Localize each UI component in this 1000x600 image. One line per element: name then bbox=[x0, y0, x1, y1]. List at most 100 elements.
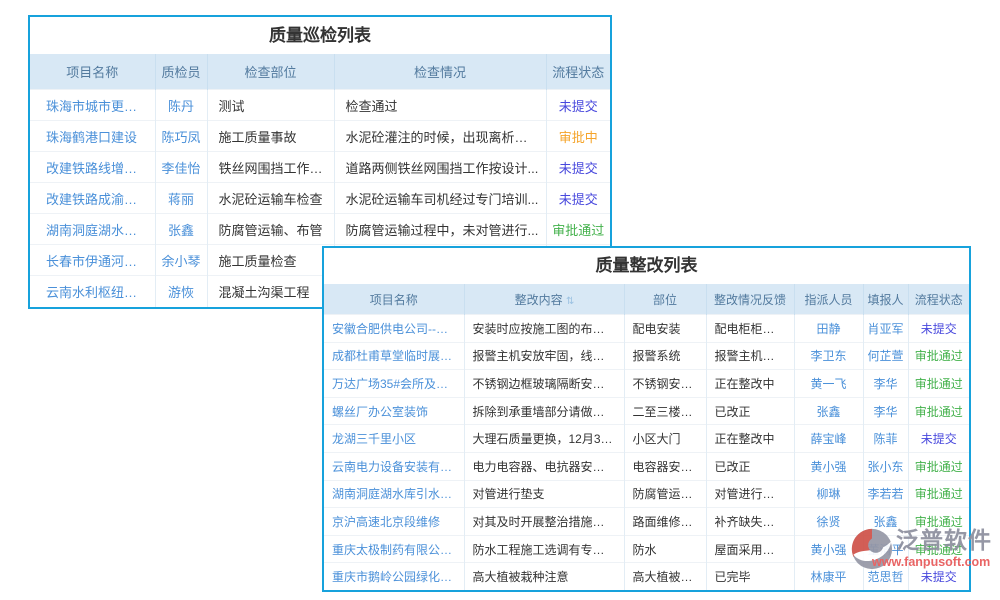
rect-content-cell: 不锈钢边框玻璃隔断安装不牢... bbox=[464, 370, 624, 398]
table-row: 安徽合肥供电公司--配电设备...安装时应按施工图的布置，将...配电安装配电柜… bbox=[324, 315, 969, 343]
rect-content-cell: 电力电容器、电抗器安装方案,... bbox=[464, 452, 624, 480]
check-situation-cell: 水泥砼灌注的时候，出现离析现象 bbox=[334, 121, 546, 152]
project-name-link[interactable]: 云南水利枢纽潜明水库... bbox=[30, 276, 155, 307]
check-part-cell: 施工质量检查 bbox=[207, 245, 334, 276]
flow-status-badge: 审批中 bbox=[546, 121, 610, 152]
table-row: 改建铁路成渝线增建第...蒋丽水泥砼运输车检查水泥砼运输车司机经过专门培训...… bbox=[30, 183, 610, 214]
inspection-header-row: 项目名称 质检员 检查部位 检查情况 流程状态 bbox=[30, 54, 610, 90]
part-cell: 高大植被栽种 bbox=[624, 563, 706, 591]
project-name-link[interactable]: 京沪高速北京段维修 bbox=[324, 508, 464, 536]
inspector-name[interactable]: 陈巧凤 bbox=[155, 121, 207, 152]
rect-content-cell: 对其及时开展整治措施，桥头... bbox=[464, 508, 624, 536]
col-header-project-name: 项目名称 bbox=[30, 54, 155, 90]
project-name-link[interactable]: 安徽合肥供电公司--配电设备... bbox=[324, 315, 464, 343]
project-name-link[interactable]: 万达广场35#会所及咖啡厅空... bbox=[324, 370, 464, 398]
rect-content-cell: 防水工程施工选调有专业资质... bbox=[464, 535, 624, 563]
assignee-name[interactable]: 田静 bbox=[794, 315, 863, 343]
flow-status-badge: 审批通过 bbox=[908, 452, 969, 480]
project-name-link[interactable]: 龙湖三千里小区 bbox=[324, 425, 464, 453]
part-cell: 报警系统 bbox=[624, 342, 706, 370]
part-cell: 路面维修检... bbox=[624, 508, 706, 536]
reporter-name[interactable]: 陈菲 bbox=[863, 425, 908, 453]
check-part-cell: 铁丝网围挡工作检查 bbox=[207, 152, 334, 183]
check-situation-cell: 道路两侧铁丝网围挡工作按设计... bbox=[334, 152, 546, 183]
project-name-link[interactable]: 改建铁路成渝线增建第... bbox=[30, 183, 155, 214]
flow-status-badge: 审批通过 bbox=[908, 342, 969, 370]
part-cell: 配电安装 bbox=[624, 315, 706, 343]
part-cell: 不锈钢安装... bbox=[624, 370, 706, 398]
project-name-link[interactable]: 珠海市城市更新项目紫... bbox=[30, 90, 155, 121]
feedback-cell: 已改正 bbox=[706, 452, 794, 480]
flow-status-badge: 未提交 bbox=[546, 152, 610, 183]
project-name-link[interactable]: 重庆太极制药有限公司亳州中... bbox=[324, 535, 464, 563]
col-header-flow-status: 流程状态 bbox=[546, 54, 610, 90]
inspector-name[interactable]: 李佳怡 bbox=[155, 152, 207, 183]
check-situation-cell: 水泥砼运输车司机经过专门培训... bbox=[334, 183, 546, 214]
rect-content-cell: 报警主机安放牢固，线缆连接... bbox=[464, 342, 624, 370]
inspector-name[interactable]: 游恢 bbox=[155, 276, 207, 307]
project-name-link[interactable]: 改建铁路线增建第二线... bbox=[30, 152, 155, 183]
assignee-name[interactable]: 黄小强 bbox=[794, 452, 863, 480]
part-cell: 防水 bbox=[624, 535, 706, 563]
feedback-cell: 屋面采用聚氨... bbox=[706, 535, 794, 563]
table-row: 珠海鹤港口建设陈巧凤施工质量事故水泥砼灌注的时候，出现离析现象审批中 bbox=[30, 121, 610, 152]
col-header-assignee: 指派人员 bbox=[794, 284, 863, 315]
table-row: 成都杜甫草堂临时展厅独立展...报警主机安放牢固，线缆连接...报警系统报警主机… bbox=[324, 342, 969, 370]
assignee-name[interactable]: 张鑫 bbox=[794, 397, 863, 425]
reporter-name[interactable]: 李若若 bbox=[863, 480, 908, 508]
project-name-link[interactable]: 云南电力设备安装有限公司20... bbox=[324, 452, 464, 480]
reporter-name[interactable]: 何芷萱 bbox=[863, 342, 908, 370]
col-header-feedback: 整改情况反馈 bbox=[706, 284, 794, 315]
part-cell: 小区大门 bbox=[624, 425, 706, 453]
check-part-cell: 测试 bbox=[207, 90, 334, 121]
check-part-cell: 施工质量事故 bbox=[207, 121, 334, 152]
col-header-rect-content[interactable]: 整改内容 ⇅ bbox=[464, 284, 624, 315]
project-name-link[interactable]: 重庆市鹅岭公园绿化景观提升... bbox=[324, 563, 464, 591]
inspector-name[interactable]: 张鑫 bbox=[155, 214, 207, 245]
rect-content-cell: 对管进行垫支 bbox=[464, 480, 624, 508]
feedback-cell: 已改正 bbox=[706, 397, 794, 425]
assignee-name[interactable]: 柳琳 bbox=[794, 480, 863, 508]
project-name-link[interactable]: 长春市伊通河水力发电... bbox=[30, 245, 155, 276]
project-name-link[interactable]: 螺丝厂办公室装饰 bbox=[324, 397, 464, 425]
col-header-part: 部位 bbox=[624, 284, 706, 315]
project-name-link[interactable]: 成都杜甫草堂临时展厅独立展... bbox=[324, 342, 464, 370]
inspector-name[interactable]: 蒋丽 bbox=[155, 183, 207, 214]
rect-content-cell: 拆除到承重墙部分请做好加固... bbox=[464, 397, 624, 425]
project-name-link[interactable]: 湖南洞庭湖水库引水工程施工标 bbox=[324, 480, 464, 508]
reporter-name[interactable]: 李华 bbox=[863, 397, 908, 425]
table-row: 万达广场35#会所及咖啡厅空...不锈钢边框玻璃隔断安装不牢...不锈钢安装..… bbox=[324, 370, 969, 398]
watermark-brand: 泛普软件 bbox=[896, 525, 992, 555]
col-header-check-situation: 检查情况 bbox=[334, 54, 546, 90]
project-name-link[interactable]: 湖南洞庭湖水库引水工... bbox=[30, 214, 155, 245]
assignee-name[interactable]: 李卫东 bbox=[794, 342, 863, 370]
inspector-name[interactable]: 陈丹 bbox=[155, 90, 207, 121]
inspector-name[interactable]: 余小琴 bbox=[155, 245, 207, 276]
part-cell: 防腐管运输... bbox=[624, 480, 706, 508]
sort-icon[interactable]: ⇅ bbox=[566, 296, 573, 307]
watermark-url: www.fanpusoft.com bbox=[872, 555, 992, 570]
feedback-cell: 对管进行垫支 bbox=[706, 480, 794, 508]
rectification-header-row: 项目名称 整改内容 ⇅ 部位 整改情况反馈 指派人员 填报人 流程状态 bbox=[324, 284, 969, 315]
table-row: 湖南洞庭湖水库引水工...张鑫防腐管运输、布管防腐管运输过程中，未对管进行...… bbox=[30, 214, 610, 245]
table-row: 湖南洞庭湖水库引水工程施工标对管进行垫支防腐管运输...对管进行垫支柳琳李若若审… bbox=[324, 480, 969, 508]
table-row: 螺丝厂办公室装饰拆除到承重墙部分请做好加固...二至三楼混...已改正张鑫李华审… bbox=[324, 397, 969, 425]
table-row: 改建铁路线增建第二线...李佳怡铁丝网围挡工作检查道路两侧铁丝网围挡工作按设计.… bbox=[30, 152, 610, 183]
project-name-link[interactable]: 珠海鹤港口建设 bbox=[30, 121, 155, 152]
reporter-name[interactable]: 肖亚军 bbox=[863, 315, 908, 343]
reporter-name[interactable]: 李华 bbox=[863, 370, 908, 398]
rect-content-cell: 安装时应按施工图的布置，将... bbox=[464, 315, 624, 343]
feedback-cell: 正在整改中 bbox=[706, 370, 794, 398]
assignee-name[interactable]: 薛宝峰 bbox=[794, 425, 863, 453]
flow-status-badge: 未提交 bbox=[546, 90, 610, 121]
col-header-inspector: 质检员 bbox=[155, 54, 207, 90]
rectification-list-title: 质量整改列表 bbox=[324, 248, 969, 284]
reporter-name[interactable]: 张小东 bbox=[863, 452, 908, 480]
flow-status-badge: 审批通过 bbox=[546, 214, 610, 245]
part-cell: 电容器安装... bbox=[624, 452, 706, 480]
flow-status-badge: 审批通过 bbox=[908, 397, 969, 425]
table-row: 珠海市城市更新项目紫...陈丹测试检查通过未提交 bbox=[30, 90, 610, 121]
flow-status-badge: 未提交 bbox=[908, 425, 969, 453]
feedback-cell: 正在整改中 bbox=[706, 425, 794, 453]
assignee-name[interactable]: 黄一飞 bbox=[794, 370, 863, 398]
